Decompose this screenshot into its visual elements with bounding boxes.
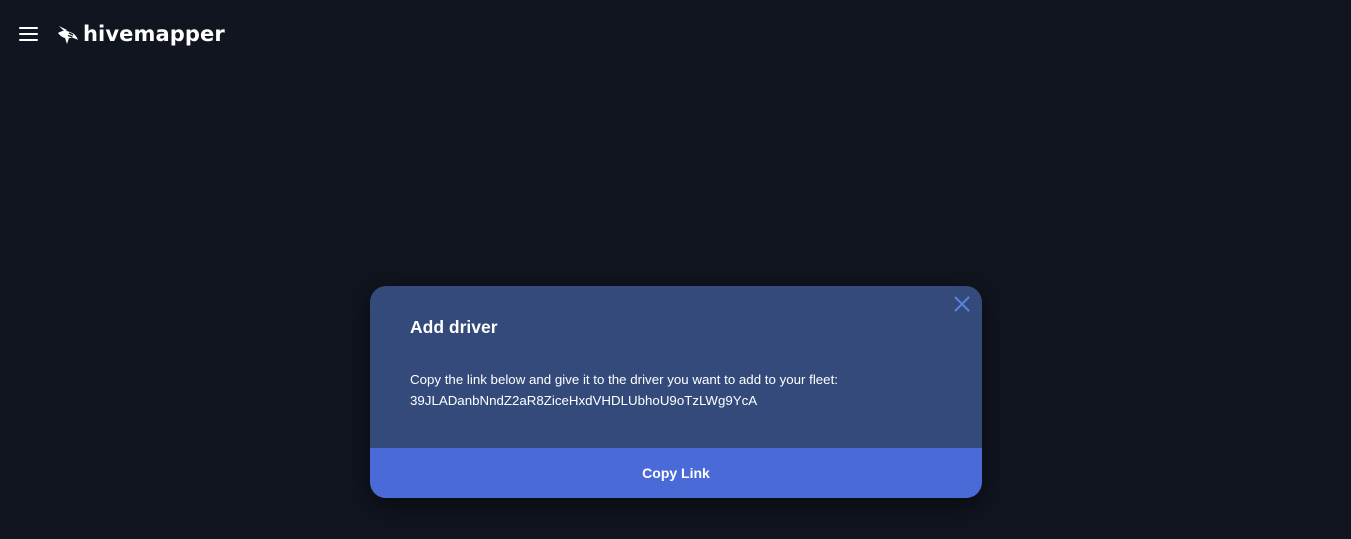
invite-code: 39JLADanbNndZ2aR8ZiceHxdVHDLUbhoU9oTzLWg…: [410, 393, 758, 408]
hamburger-menu-icon[interactable]: [18, 24, 40, 44]
dialog-description: Copy the link below and give it to the d…: [410, 372, 838, 387]
top-bar: hivemapper: [0, 0, 1351, 70]
add-driver-dialog: Add driver Copy the link below and give …: [370, 286, 982, 498]
dialog-title: Add driver: [410, 317, 498, 337]
copy-link-button[interactable]: Copy Link: [370, 448, 982, 498]
hivemapper-logo[interactable]: hivemapper: [56, 18, 225, 50]
close-icon[interactable]: [952, 294, 972, 314]
hivemapper-bee-logo-icon: [58, 25, 78, 44]
logo-text: hivemapper: [83, 22, 225, 46]
